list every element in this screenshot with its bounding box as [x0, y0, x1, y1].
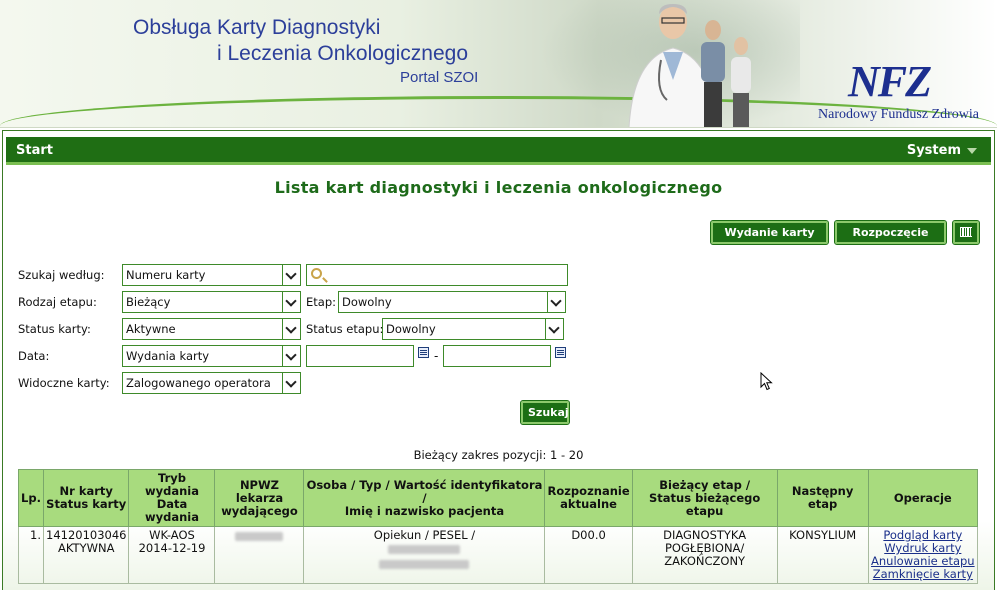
- chevron-down-icon: [282, 265, 300, 285]
- banner-title-line1: Obsługa Karty Diagnostyki: [133, 16, 381, 39]
- search-button[interactable]: Szukaj: [520, 400, 570, 425]
- portal-name: Portal SZOI: [400, 69, 479, 86]
- date-from-input[interactable]: [306, 345, 414, 367]
- redacted-text: [235, 532, 284, 541]
- redacted-text: [388, 545, 461, 554]
- cell-next-stage: KONSYLIUM: [776, 526, 869, 584]
- card-status-label: Status karty:: [18, 322, 91, 336]
- col-diagnosis: Rozpoznanie aktualne: [544, 469, 633, 527]
- chevron-down-icon: [282, 292, 300, 312]
- col-current-stage: Bieżący etap / Status bieżącego etapu: [631, 469, 778, 527]
- date-type-select[interactable]: Wydania karty: [122, 345, 301, 367]
- stage-status-select[interactable]: Dowolny: [382, 318, 564, 340]
- card-status-select[interactable]: Aktywne: [122, 318, 301, 340]
- redacted-text: [379, 560, 470, 569]
- cell-lp: 1.: [18, 526, 44, 584]
- page-title: Lista kart diagnostyki i leczenia onkolo…: [274, 178, 723, 197]
- search-by-select[interactable]: Numeru karty: [122, 264, 301, 286]
- nav-system-label: System: [906, 143, 961, 158]
- cell-card-number: 14120103046 AKTYWNA: [42, 526, 130, 584]
- visible-cards-select[interactable]: Zalogowanego operatora: [122, 372, 301, 394]
- col-next-stage: Następny etap: [776, 469, 869, 527]
- stage-type-label: Rodzaj etapu:: [18, 295, 97, 309]
- mouse-cursor-icon: [760, 372, 773, 391]
- header-banner: Obsługa Karty Diagnostyki i Leczenia Onk…: [0, 0, 997, 128]
- col-issue-mode: Tryb wydania Data wydania: [128, 469, 216, 527]
- chevron-down-icon: [282, 319, 300, 339]
- chevron-down-icon: [547, 292, 565, 312]
- nfz-logo: NFZ: [848, 57, 932, 106]
- stage-type-value: Bieżący: [126, 295, 171, 309]
- col-operations: Operacje: [867, 469, 979, 527]
- nav-system-menu[interactable]: System: [907, 143, 977, 158]
- calendar-icon[interactable]: [418, 347, 429, 358]
- top-navbar: Start System: [6, 137, 991, 165]
- stage-status-label: Status etapu:: [306, 322, 384, 336]
- date-separator: -: [434, 349, 439, 363]
- range-info: Bieżący zakres pozycji: 1 - 20: [413, 448, 584, 462]
- cell-current-stage: DIAGNOSTYKA POGŁĘBIONA/ZAKOŃCZONY: [631, 526, 778, 584]
- search-by-label: Szukaj według:: [18, 268, 105, 282]
- col-card-number: Nr karty Status karty: [42, 469, 130, 527]
- col-patient: Osoba / Typ / Wartość identyfikatora / Im…: [303, 469, 546, 527]
- people-photo: [701, 20, 751, 127]
- search-input[interactable]: [306, 264, 568, 286]
- chevron-down-icon: [545, 319, 563, 339]
- chevron-down-icon: [967, 147, 977, 154]
- cell-issue-mode: WK-AOS 2014-12-19: [128, 526, 216, 584]
- cards-table: Lp. Nr karty Status karty Tryb wydania Dat…: [18, 469, 979, 584]
- calendar-icon[interactable]: [555, 347, 566, 358]
- col-npwz: NPWZ lekarza wydającego: [214, 469, 305, 527]
- date-type-value: Wydania karty: [126, 349, 210, 363]
- visible-cards-value: Zalogowanego operatora: [126, 376, 271, 390]
- close-card-link[interactable]: Zamknięcie karty: [871, 568, 975, 581]
- visible-cards-label: Widoczne karty:: [18, 376, 110, 390]
- cell-diagnosis: D00.0: [544, 526, 633, 584]
- nav-start[interactable]: Start: [16, 143, 53, 158]
- stage-type-select[interactable]: Bieżący: [122, 291, 301, 313]
- stage-select[interactable]: Dowolny: [338, 291, 566, 313]
- stage-value: Dowolny: [342, 295, 392, 309]
- date-label: Data:: [18, 349, 50, 363]
- chevron-down-icon: [282, 373, 300, 393]
- stage-status-value: Dowolny: [386, 322, 436, 336]
- barcode-icon: [960, 227, 972, 237]
- cell-npwz: [214, 526, 305, 584]
- barcode-button[interactable]: [952, 220, 980, 245]
- search-icon: [311, 268, 322, 279]
- card-status-value: Aktywne: [126, 322, 176, 336]
- date-to-input[interactable]: [443, 345, 551, 367]
- cell-operations: Podgląd karty Wydruk karty Anulowanie et…: [867, 526, 979, 584]
- table-row: 1. 14120103046 AKTYWNA WK-AOS 2014-12-19 O…: [18, 526, 979, 584]
- search-by-value: Numeru karty: [126, 268, 206, 282]
- table-header-row: Lp. Nr karty Status karty Tryb wydania Dat…: [18, 469, 979, 527]
- stage-label: Etap:: [306, 295, 336, 309]
- banner-title-line2: i Leczenia Onkologicznego: [217, 42, 468, 65]
- col-lp: Lp.: [18, 469, 44, 527]
- issue-card-button[interactable]: Wydanie karty DiLO: [710, 220, 829, 258]
- cell-patient: Opiekun / PESEL /: [303, 526, 546, 584]
- chevron-down-icon: [282, 346, 300, 366]
- organization-name: Narodowy Fundusz Zdrowia: [818, 107, 979, 122]
- start-stage-button[interactable]: Rozpoczęcie etapu: [834, 220, 947, 258]
